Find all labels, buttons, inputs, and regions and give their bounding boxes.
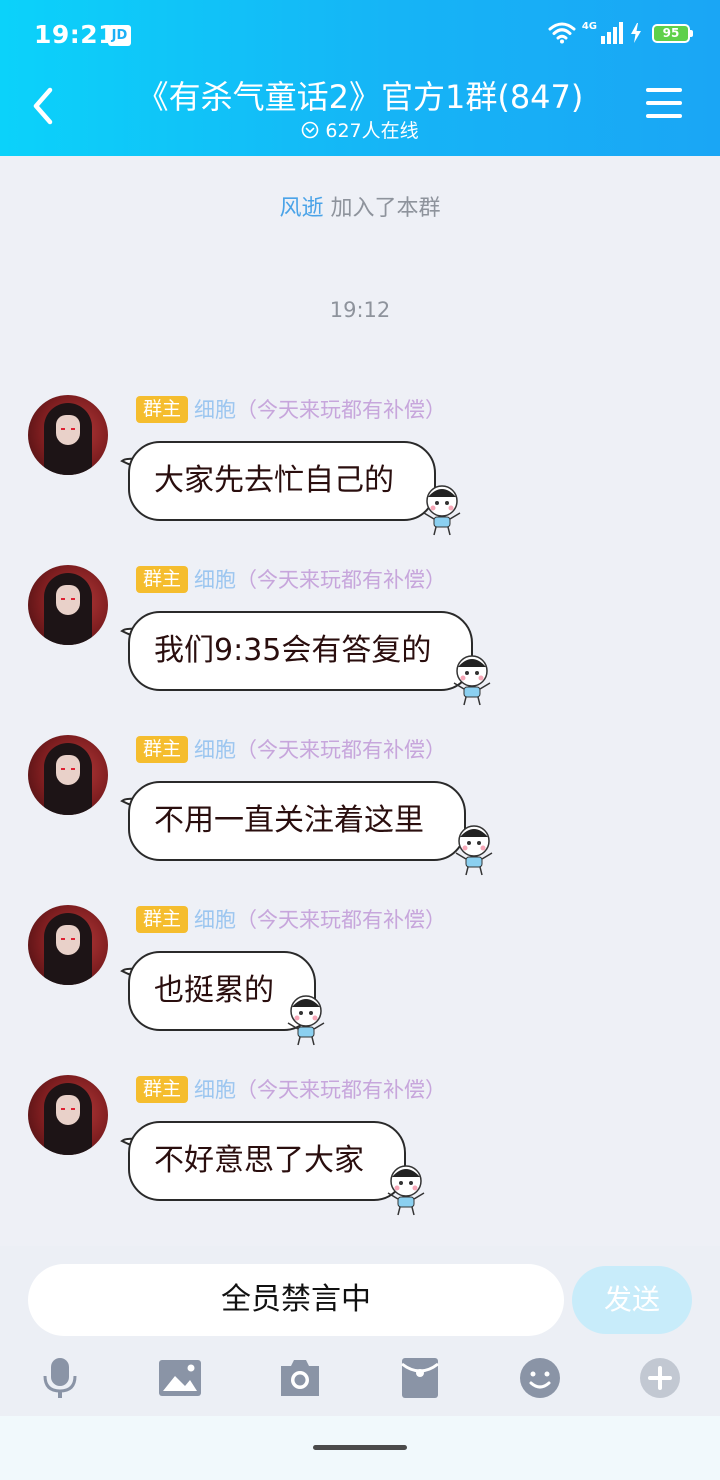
role-badge: 群主 [136, 565, 189, 593]
image-icon[interactable] [158, 1356, 202, 1400]
sender-info: 群主 细胞（今天来玩都有补偿） [136, 905, 446, 933]
home-indicator[interactable] [313, 1445, 407, 1450]
avatar[interactable] [28, 395, 108, 475]
message-bubble[interactable]: 我们9:35会有答复的 [128, 611, 474, 691]
plus-icon[interactable] [638, 1356, 682, 1400]
sender-info: 群主 细胞（今天来玩都有补偿） [136, 395, 446, 423]
sender-name[interactable]: 细胞（今天来玩都有补偿） [194, 564, 446, 594]
avatar[interactable] [28, 905, 108, 985]
message-item: 群主 细胞（今天来玩都有补偿） 不好意思了大家 [0, 1075, 720, 1225]
message-item: 群主 细胞（今天来玩都有补偿） 我们9:35会有答复的 [0, 565, 720, 715]
online-count[interactable]: 627人在线 [0, 116, 720, 143]
sender-info: 群主 细胞（今天来玩都有补偿） [136, 565, 446, 593]
message-item: 群主 细胞（今天来玩都有补偿） 不用一直关注着这里 [0, 735, 720, 885]
chevron-down-circle-icon [302, 121, 319, 138]
bubble-character-icon [453, 655, 491, 706]
send-button[interactable]: 发送 [572, 1266, 692, 1334]
message-bubble[interactable]: 大家先去忙自己的 [128, 441, 436, 521]
message-item: 群主 细胞（今天来玩都有补偿） 大家先去忙自己的 [0, 395, 720, 545]
join-notice-text: 加入了本群 [330, 196, 441, 221]
charging-icon [631, 23, 641, 43]
bubble-character-icon [455, 825, 493, 876]
wifi-icon [548, 22, 576, 44]
join-notice: 风逝 加入了本群 [0, 190, 720, 222]
avatar[interactable] [28, 735, 108, 815]
emoji-icon[interactable] [518, 1356, 562, 1400]
role-badge: 群主 [136, 905, 189, 933]
sender-info: 群主 细胞（今天来玩都有补偿） [136, 1075, 446, 1103]
red-packet-icon[interactable] [398, 1356, 442, 1400]
sender-info: 群主 细胞（今天来玩都有补偿） [136, 735, 446, 763]
message-timestamp: 19:12 [329, 298, 391, 322]
message-bubble[interactable]: 不用一直关注着这里 [128, 781, 466, 861]
sender-name[interactable]: 细胞（今天来玩都有补偿） [194, 734, 446, 764]
message-item: 群主 细胞（今天来玩都有补偿） 也挺累的 [0, 905, 720, 1055]
joined-user-link[interactable]: 风逝 [279, 196, 323, 221]
role-badge: 群主 [136, 1075, 189, 1103]
battery-indicator: 95 [652, 23, 693, 43]
sender-name[interactable]: 细胞（今天来玩都有补偿） [194, 1074, 446, 1104]
online-count-label: 627人在线 [325, 120, 419, 142]
message-input-muted[interactable]: 全员禁言中 [28, 1264, 564, 1336]
group-title[interactable]: 《有杀气童话2》官方1群(847) [90, 72, 630, 118]
input-bar: 全员禁言中 发送 [0, 1246, 720, 1416]
network-type: 4G [581, 20, 597, 32]
avatar[interactable] [28, 1075, 108, 1155]
bubble-character-icon [287, 995, 325, 1046]
sender-name[interactable]: 细胞（今天来玩都有补偿） [194, 904, 446, 934]
status-icons: 4G 95 [548, 20, 693, 44]
microphone-icon[interactable] [38, 1356, 82, 1400]
signal-icon [601, 22, 623, 44]
chat-header: 19:21 JD 4G 95 《有杀气童话2》官方1群(847) 627人在线 [0, 0, 720, 156]
status-time: 19:21 [34, 20, 117, 49]
system-nav-bar [0, 1416, 720, 1480]
menu-icon[interactable] [646, 88, 682, 122]
bubble-character-icon [387, 1165, 425, 1216]
bubble-character-icon [423, 485, 461, 536]
jd-app-icon: JD [108, 25, 131, 46]
message-bubble[interactable]: 不好意思了大家 [128, 1121, 406, 1201]
sender-name[interactable]: 细胞（今天来玩都有补偿） [194, 394, 446, 424]
role-badge: 群主 [136, 735, 189, 763]
avatar[interactable] [28, 565, 108, 645]
role-badge: 群主 [136, 395, 189, 423]
camera-icon[interactable] [278, 1356, 322, 1400]
